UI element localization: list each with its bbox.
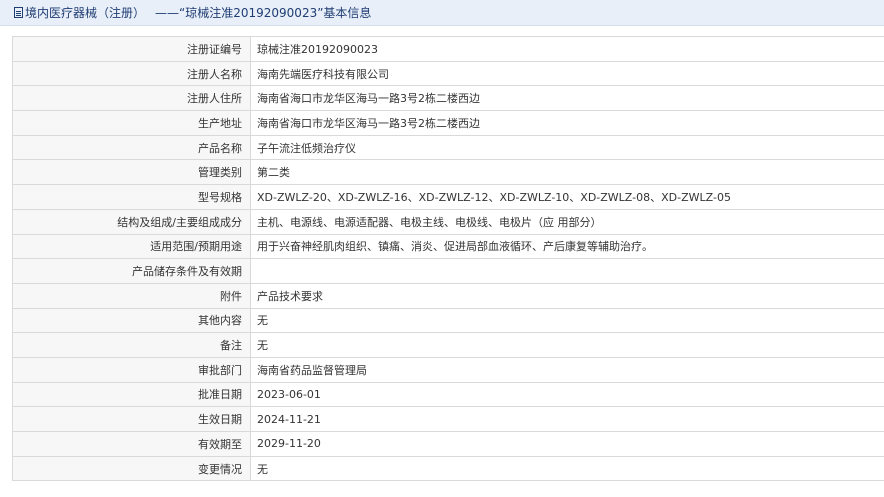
table-row: 注册人名称 海南先端医疗科技有限公司 (12, 60, 884, 87)
row-value: 用于兴奋神经肌肉组织、镇痛、消炎、促进局部血液循环、产后康复等辅助治疗。 (250, 233, 884, 260)
row-value: 产品技术要求 (250, 282, 884, 309)
table-row: 备注无 (12, 332, 884, 358)
header-separator: —— (155, 5, 180, 20)
row-label: 审批部门 (12, 356, 251, 383)
row-value: 主机、电源线、电源适配器、电极主线、电极线、电极片（应 用部分） (250, 208, 884, 235)
row-value: 海南省海口市龙华区海马一路3号2栋二楼西边 (250, 85, 884, 112)
row-value: 无 (250, 455, 884, 482)
table-row: 审批部门 海南省药品监督管理局 (12, 356, 884, 383)
row-label: 产品名称 (12, 134, 251, 161)
table-row: 结构及组成/主要组成成分 主机、电源线、电源适配器、电极主线、电极线、电极片（应 … (12, 208, 884, 235)
row-value: 海南省药品监督管理局 (250, 356, 884, 383)
row-value: 2029-11-20 (250, 431, 884, 457)
row-value: XD-ZWLZ-20、XD-ZWLZ-16、XD-ZWLZ-12、XD-ZWLZ… (250, 184, 884, 210)
row-label: 结构及组成/主要组成成分 (12, 208, 251, 235)
row-value: 海南先端医疗科技有限公司 (250, 60, 884, 87)
row-label: 适用范围/预期用途 (12, 233, 251, 260)
table-row: 批准日期 2023-06-01 (12, 381, 884, 408)
row-label: 注册证编号 (12, 36, 251, 62)
table-row: 产品储存条件及有效期 (12, 258, 884, 284)
table-row: 型号规格 XD-ZWLZ-20、XD-ZWLZ-16、XD-ZWLZ-12、XD-… (12, 184, 884, 210)
info-table: 注册证编号 琼械注准20192090023 注册人名称 海南先端医疗科技有限公司 注… (12, 36, 884, 482)
row-label: 注册人住所 (12, 85, 251, 112)
row-value: 无 (250, 307, 884, 334)
table-row: 变更情况无 (12, 455, 884, 482)
table-row: 注册证编号 琼械注准20192090023 (12, 36, 884, 62)
table-row: 注册人住所 海南省海口市龙华区海马一路3号2栋二楼西边 (12, 85, 884, 112)
row-value: 海南省海口市龙华区海马一路3号2栋二楼西边 (250, 110, 884, 136)
row-label: 生产地址 (12, 110, 251, 136)
row-label: 备注 (12, 332, 251, 358)
row-label: 附件 (12, 282, 251, 309)
row-label: 变更情况 (12, 455, 251, 482)
row-label: 批准日期 (12, 381, 251, 408)
table-row: 有效期至 2029-11-20 (12, 431, 884, 457)
table-row: 适用范围/预期用途 用于兴奋神经肌肉组织、镇痛、消炎、促进局部血液循环、产后康复等… (12, 233, 884, 260)
table-row: 产品名称 子午流注低频治疗仪 (12, 134, 884, 161)
table-row: 生效日期 2024-11-21 (12, 406, 884, 432)
header-title: “琼械注准20192090023”基本信息 (179, 6, 372, 20)
row-value: 2023-06-01 (250, 381, 884, 408)
page-header: 境内医疗器械（注册） —— “琼械注准20192090023”基本信息 (0, 0, 884, 26)
table-row: 其他内容无 (12, 307, 884, 334)
row-label: 型号规格 (12, 184, 251, 210)
row-label: 有效期至 (12, 431, 251, 457)
row-label: 产品储存条件及有效期 (12, 258, 251, 284)
row-label: 生效日期 (12, 406, 251, 432)
row-value: 第二类 (250, 159, 884, 186)
document-icon (14, 7, 23, 18)
row-label: 其他内容 (12, 307, 251, 334)
info-table-container: 注册证编号 琼械注准20192090023 注册人名称 海南先端医疗科技有限公司 注… (12, 36, 884, 482)
row-value: 无 (250, 332, 884, 358)
row-label: 管理类别 (12, 159, 251, 186)
row-value: 2024-11-21 (250, 406, 884, 432)
table-row: 附件 产品技术要求 (12, 282, 884, 309)
table-row: 管理类别 第二类 (12, 159, 884, 186)
row-value: 琼械注准20192090023 (250, 36, 884, 62)
row-value: 子午流注低频治疗仪 (250, 134, 884, 161)
row-label: 注册人名称 (12, 60, 251, 87)
row-value (250, 258, 884, 284)
table-row: 生产地址 海南省海口市龙华区海马一路3号2栋二楼西边 (12, 110, 884, 136)
header-category: 境内医疗器械（注册） (25, 6, 146, 20)
